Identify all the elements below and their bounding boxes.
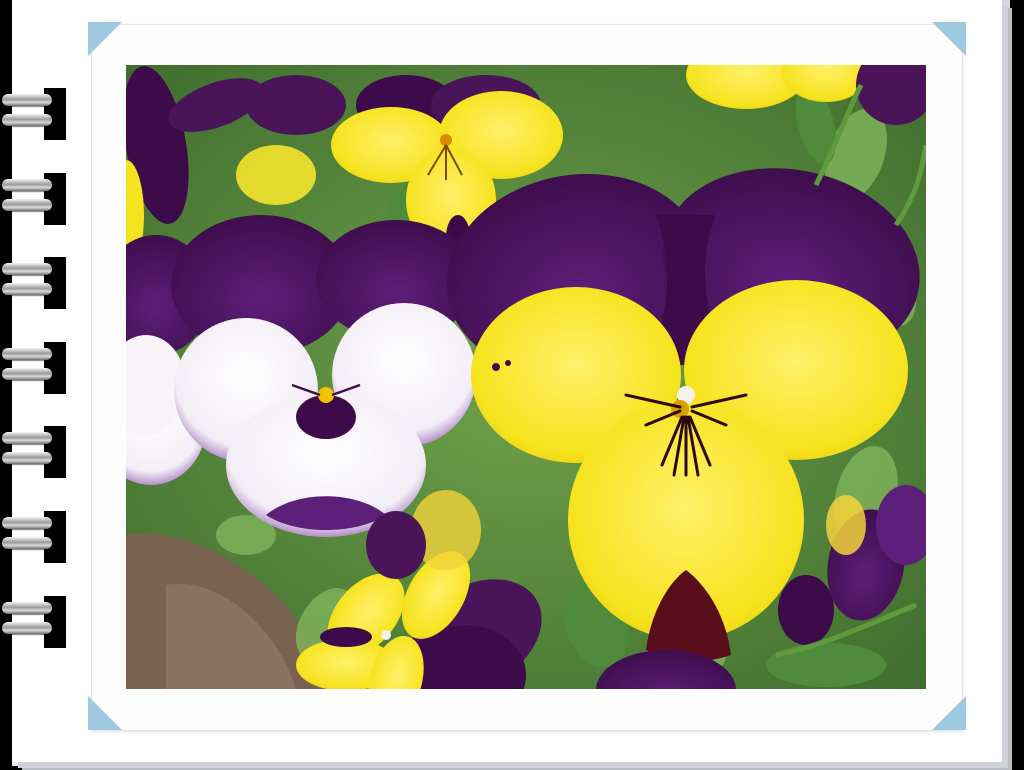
spiral-ring-icon — [0, 88, 66, 140]
spiral-ring-icon — [0, 511, 66, 563]
photo-corner-bottom-left — [88, 696, 122, 730]
pansy-photo — [126, 65, 926, 689]
pansy-photo-image — [126, 65, 926, 689]
photo-corner-top-right — [932, 22, 966, 56]
spiral-ring-icon — [0, 426, 66, 478]
spiral-ring-icon — [0, 342, 66, 394]
spiral-ring-icon — [0, 596, 66, 648]
photo-corner-bottom-right — [932, 696, 966, 730]
spiral-ring-icon — [0, 257, 66, 309]
spiral-ring-icon — [0, 173, 66, 225]
photo-corner-top-left — [88, 22, 122, 56]
